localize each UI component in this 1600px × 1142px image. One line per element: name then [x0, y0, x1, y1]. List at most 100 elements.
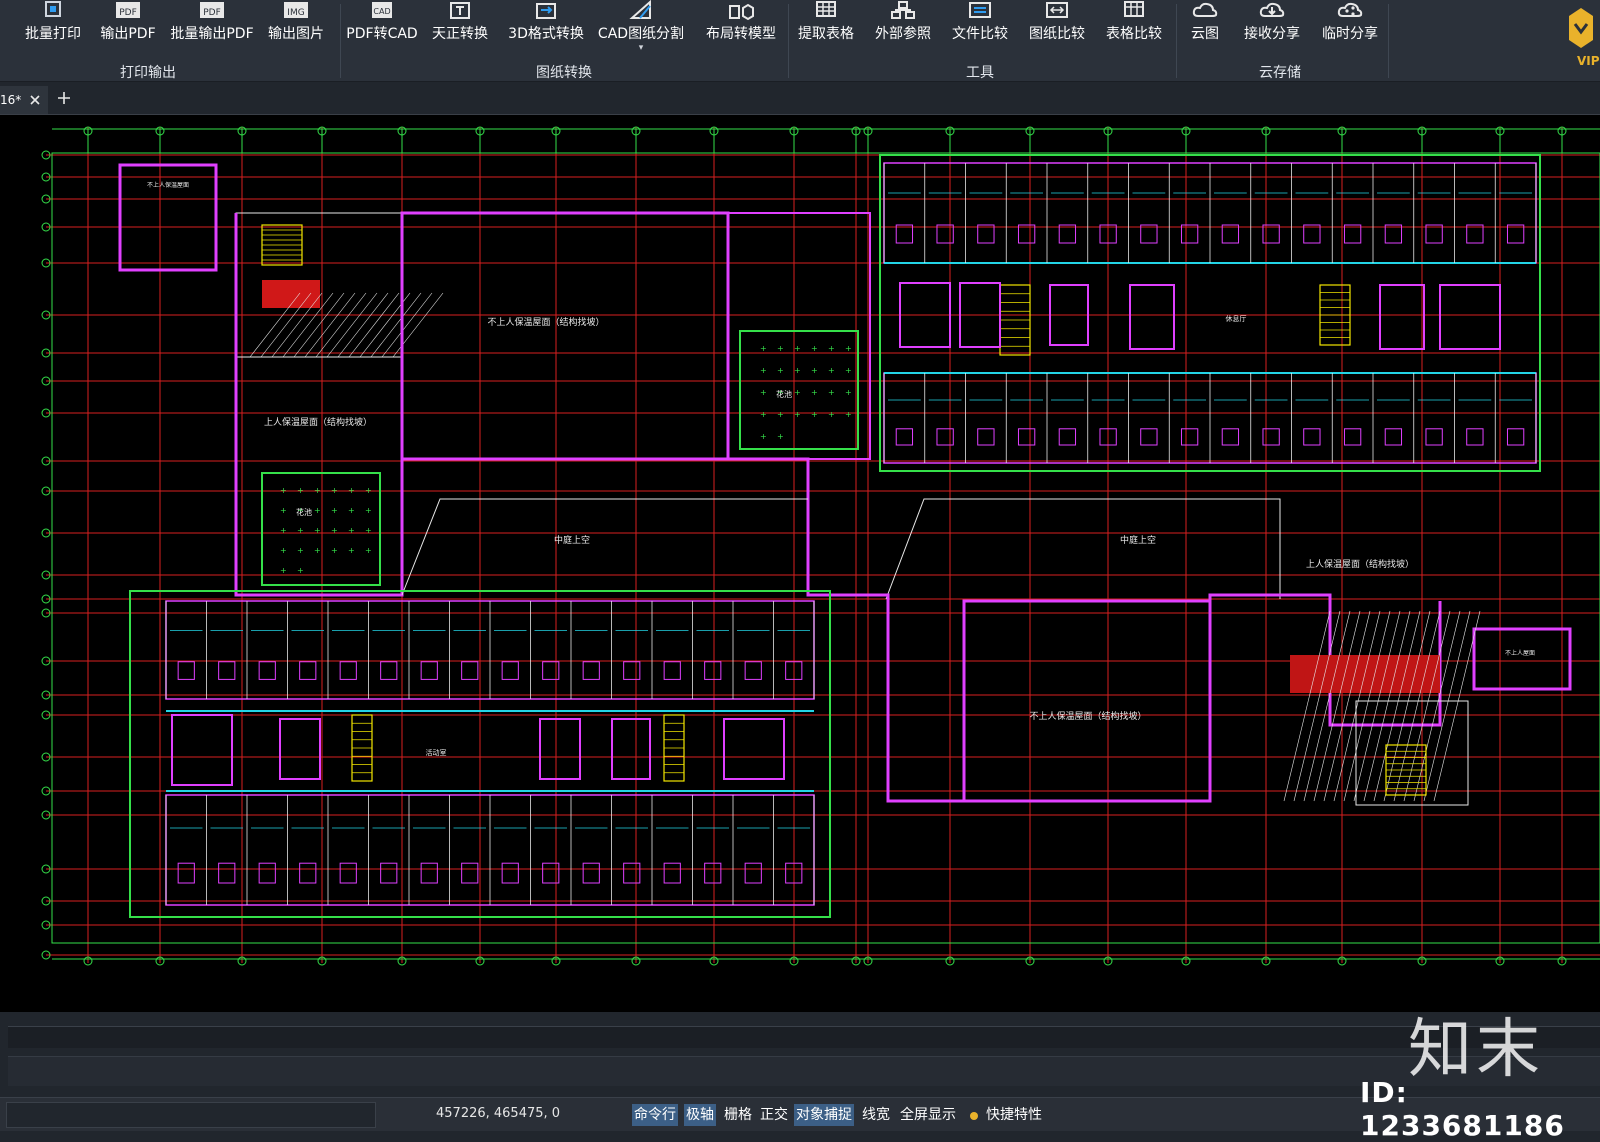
toggle-ortho[interactable]: 正交 — [758, 1104, 790, 1126]
garden-mark: + — [845, 388, 852, 397]
pdf-output-icon: PDF — [116, 2, 140, 18]
unit-bath — [1180, 428, 1199, 446]
hatch-line — [1313, 610, 1361, 802]
hatch-line — [1343, 610, 1391, 802]
garden-mark: + — [331, 506, 338, 515]
room-label: 不上人保温屋面（结构找坡） — [1029, 710, 1146, 722]
hatch-line — [1413, 610, 1461, 802]
unit-bath — [1140, 428, 1158, 446]
unit-bath — [299, 661, 317, 680]
unit-bath — [420, 661, 438, 680]
unit-bath — [704, 862, 722, 884]
garden-mark: + — [828, 344, 835, 353]
hatch-line — [1353, 610, 1401, 802]
toggle-fullscreen[interactable]: 全屏显示 — [898, 1104, 958, 1126]
ribbon-label: 接收分享 — [1244, 26, 1300, 42]
hatch-line — [1303, 610, 1351, 802]
core-room — [723, 718, 785, 780]
unit-bath — [501, 862, 519, 884]
unit-bath — [1425, 428, 1443, 446]
svg-text:PDF: PDF — [203, 8, 221, 18]
core-room — [1379, 284, 1425, 350]
toggle-command-line[interactable]: 命令行 — [632, 1104, 678, 1126]
garden-mark: + — [828, 366, 835, 375]
garden-mark: + — [811, 366, 818, 375]
garden-mark: + — [777, 410, 784, 419]
wall-outline — [962, 599, 1212, 803]
unit-bath — [623, 862, 641, 884]
layout-to-model-icon — [729, 3, 754, 21]
garden-mark: + — [777, 366, 784, 375]
garden-mark: + — [760, 366, 767, 375]
hatch-line — [1403, 610, 1451, 802]
unit-bath — [663, 661, 681, 680]
unit-bath — [258, 862, 276, 884]
unit-bath — [977, 224, 995, 244]
unit-bath — [936, 224, 954, 244]
ribbon-label: 天正转换 — [432, 26, 488, 42]
3d-convert-icon — [536, 3, 556, 19]
svg-text:PDF: PDF — [119, 8, 137, 18]
unit-bath — [1303, 224, 1321, 244]
unit-bath — [1262, 428, 1280, 446]
room-label: 中庭上空 — [1120, 534, 1156, 546]
hatch-line — [315, 292, 367, 358]
garden-mark: + — [777, 344, 784, 353]
toggle-grid[interactable]: 栅格 — [722, 1104, 754, 1126]
ribbon-label: 输出PDF — [100, 26, 156, 42]
garden-mark: + — [280, 566, 287, 575]
unit-bath — [501, 661, 519, 680]
room-label: 休息厅 — [1226, 314, 1247, 323]
file-compare-icon — [969, 2, 991, 18]
drawing-canvas[interactable]: + + + + + + + + + + + + + + + + + + + + + + + + + + + + + + + + + + + + + + + +… — [0, 114, 1600, 1012]
unit-bath — [380, 862, 398, 884]
floor-plan-drawing[interactable]: + + + + + + + + + + + + + + + + + + + + + + + + + + + + + + + + + + + + + + + +… — [0, 115, 1600, 1013]
hatch-line — [1363, 610, 1411, 802]
batch-print-icon — [45, 1, 61, 17]
unit-bath — [380, 661, 398, 680]
unit-bath — [1343, 224, 1362, 244]
batch-pdf-icon: PDF — [200, 2, 224, 18]
unit-bath — [339, 862, 357, 884]
unit-bath — [177, 862, 195, 884]
drawing-compare-icon — [1046, 2, 1068, 18]
unit-bath — [339, 661, 357, 680]
vip-label[interactable]: VIP — [1577, 54, 1600, 68]
document-tab[interactable]: 16* — [0, 86, 48, 114]
unit-bath — [1221, 224, 1240, 244]
plus-icon[interactable] — [56, 90, 72, 106]
unit-bath — [1221, 428, 1240, 446]
unit-bath — [704, 661, 722, 680]
unit-bath — [177, 661, 195, 680]
wall-outline — [808, 593, 1442, 803]
chevron-down-icon[interactable]: ▾ — [639, 43, 644, 53]
unit-bath — [1506, 428, 1525, 446]
unit-bath — [895, 224, 914, 244]
unit-bath — [1180, 224, 1199, 244]
unit-bath — [1466, 428, 1484, 446]
unit-bath — [1425, 224, 1443, 244]
garden-mark: + — [314, 526, 321, 535]
garden-mark: + — [811, 388, 818, 397]
garden-mark: + — [794, 388, 801, 397]
group-separator — [340, 4, 341, 78]
garden-mark: + — [760, 410, 767, 419]
ribbon-label: 输出图片 — [268, 26, 324, 42]
close-icon[interactable] — [28, 93, 42, 107]
garden-mark: + — [280, 546, 287, 555]
stair-block — [1355, 700, 1469, 806]
cloud-icon — [1192, 2, 1218, 17]
layout-tabs-area[interactable] — [6, 1102, 376, 1128]
unit-bath — [1058, 428, 1077, 446]
room-label: 不上人保温屋面 — [147, 181, 189, 189]
room-label: 上人保温屋面（结构找坡） — [1306, 558, 1414, 570]
garden-mark: + — [348, 506, 355, 515]
core-room — [539, 718, 581, 780]
toggle-osnap[interactable]: 对象捕捉 — [794, 1104, 854, 1126]
garden-mark: + — [760, 388, 767, 397]
toggle-polar[interactable]: 极轴 — [684, 1104, 716, 1126]
toggle-quick-properties[interactable]: 快捷特性 — [984, 1104, 1044, 1126]
ribbon-label: 外部参照 — [875, 26, 931, 42]
toggle-lineweight[interactable]: 线宽 — [860, 1104, 892, 1126]
hatch-line — [348, 292, 400, 358]
